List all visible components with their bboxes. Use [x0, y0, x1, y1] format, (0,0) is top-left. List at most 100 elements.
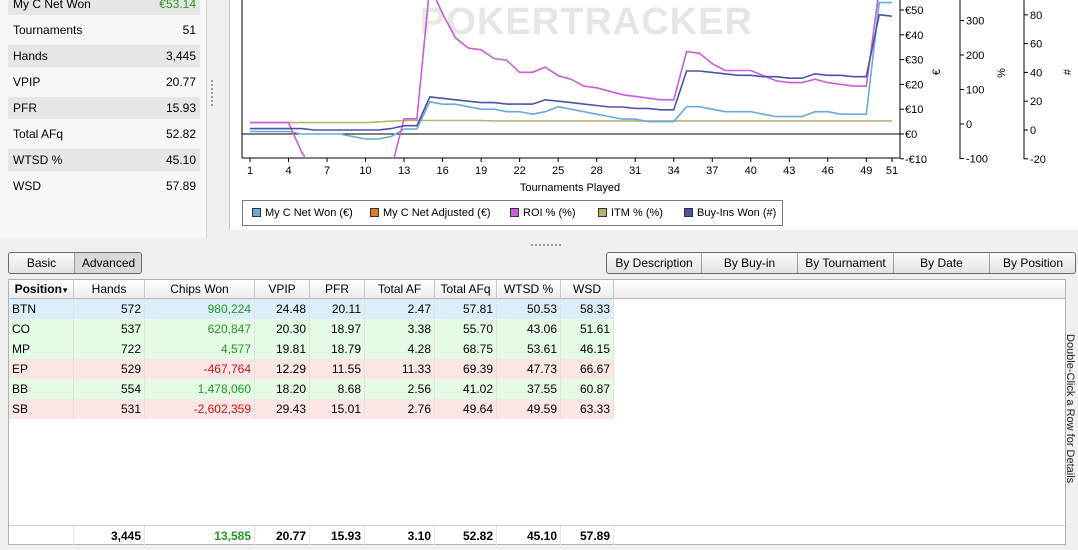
column-header-vpip[interactable]: VPIP	[255, 280, 310, 299]
x-tick-label: 13	[398, 165, 410, 177]
tab-by-description[interactable]: By Description	[607, 253, 702, 273]
legend-item[interactable]: My C Net Won (€)	[252, 206, 353, 220]
stat-label: WSD	[13, 179, 41, 193]
table-cell: 11.33	[365, 359, 435, 379]
table-cell: 47.73	[497, 359, 561, 379]
table-cell: 2.47	[365, 299, 435, 319]
legend-item[interactable]: ITM % (%)	[598, 206, 663, 220]
tab-by-date[interactable]: By Date	[894, 253, 990, 273]
stat-label: Total AFq	[13, 127, 64, 141]
total-cell: 20.77	[255, 526, 310, 546]
stat-row: Total AFq 52.82	[8, 123, 200, 145]
column-header-label: Chips Won	[170, 282, 229, 296]
legend-label: My C Net Won (€)	[265, 207, 353, 219]
table-cell: MP	[9, 339, 74, 359]
stat-row: VPIP 20.77	[8, 71, 200, 93]
x-tick-label: 1	[247, 165, 253, 177]
legend-label: ITM % (%)	[611, 207, 663, 219]
count-tick-label: 20	[1030, 96, 1042, 108]
table-cell: 18.97	[310, 319, 365, 339]
euro-tick-label: €10	[905, 104, 923, 116]
pct-axis-label: %	[996, 68, 1008, 78]
table-row[interactable]: CO 537 620,847 20.30 18.97 3.38 55.70 43.06 51.6…	[9, 319, 614, 339]
pct-tick-label: 0	[966, 119, 972, 131]
stat-row: My C Net Won €53.14	[8, 0, 200, 15]
pct-tick-label: -100	[966, 154, 988, 166]
column-header-label: PFR	[325, 282, 349, 296]
pct-tick-label: 300	[966, 16, 984, 28]
pct-tick-label: 100	[966, 85, 984, 97]
table-cell: 18.20	[255, 379, 310, 399]
table-row[interactable]: SB 531 -2,602,359 29.43 15.01 2.76 49.64 49.59 6…	[9, 399, 614, 419]
x-tick-label: 19	[475, 165, 487, 177]
table-cell: 554	[74, 379, 145, 399]
table-cell: 20.11	[310, 299, 365, 319]
count-tick-label: 60	[1030, 39, 1042, 51]
x-tick-label: 49	[860, 165, 872, 177]
column-header-total-afq[interactable]: Total AFq	[435, 280, 497, 299]
legend-label: My C Net Adjusted (€)	[383, 207, 491, 219]
vertical-splitter-grip[interactable]	[211, 80, 214, 106]
stat-label: Tournaments	[13, 23, 83, 37]
table-cell: 531	[74, 399, 145, 419]
legend-item[interactable]: My C Net Adjusted (€)	[370, 206, 491, 220]
column-header-hands[interactable]: Hands	[74, 280, 145, 299]
table-row[interactable]: EP 529 -467,764 12.29 11.55 11.33 69.39 47.73 66…	[9, 359, 614, 379]
stat-row: PFR 15.93	[8, 97, 200, 119]
table-row[interactable]: MP 722 4,577 19.81 18.79 4.28 68.75 53.61 46.15	[9, 339, 614, 359]
column-header-chips-won[interactable]: Chips Won	[145, 280, 255, 299]
stat-label: My C Net Won	[13, 0, 91, 11]
legend-swatch	[252, 208, 261, 217]
table-row[interactable]: BB 554 1,478,060 18.20 8.68 2.56 41.02 37.55 60.…	[9, 379, 614, 399]
stat-row: Hands 3,445	[8, 45, 200, 67]
table-cell: 60.87	[561, 379, 614, 399]
stat-value: 15.93	[165, 101, 196, 115]
table-cell: BB	[9, 379, 74, 399]
tab-by-tournament[interactable]: By Tournament	[798, 253, 894, 273]
column-header-position[interactable]: Position▾	[9, 280, 74, 299]
table-cell: 3.38	[365, 319, 435, 339]
column-header-pfr[interactable]: PFR	[310, 280, 365, 299]
double-click-hint: Double-Click a Row for Details	[1064, 334, 1076, 484]
total-cell: 15.93	[310, 526, 365, 546]
column-header-label: Total AFq	[440, 282, 491, 296]
watermark-logo: POKERTRACKER	[420, 1, 753, 43]
tab-by-position[interactable]: By Position	[990, 253, 1075, 273]
table-cell: 63.33	[561, 399, 614, 419]
legend-swatch	[684, 208, 693, 217]
column-header-wsd[interactable]: WSD	[561, 280, 614, 299]
column-header-total-af[interactable]: Total AF	[365, 280, 435, 299]
x-tick-label: 4	[285, 165, 291, 177]
x-tick-label: 28	[591, 165, 603, 177]
table-cell: -467,764	[145, 359, 255, 379]
tab-by-buy-in[interactable]: By Buy-in	[702, 253, 798, 273]
table-cell: 722	[74, 339, 145, 359]
tab-advanced[interactable]: Advanced	[75, 253, 141, 273]
table-cell: 4.28	[365, 339, 435, 359]
column-header-wtsd[interactable]: WTSD %	[497, 280, 561, 299]
table-cell: 66.67	[561, 359, 614, 379]
legend-item[interactable]: ROI % (%)	[510, 206, 576, 220]
stat-label: PFR	[13, 101, 37, 115]
column-header-label: WTSD %	[503, 282, 554, 296]
stats-panel: My C Net Won €53.14 Tournaments 51 Hands 3,44…	[0, 0, 207, 238]
table-cell: 980,224	[145, 299, 255, 319]
table-cell: 537	[74, 319, 145, 339]
table-cell: 24.48	[255, 299, 310, 319]
table-cell: BTN	[9, 299, 74, 319]
stat-value: 45.10	[165, 153, 196, 167]
table-cell: 43.06	[497, 319, 561, 339]
x-tick-label: 10	[359, 165, 371, 177]
stat-value: 57.89	[165, 179, 196, 193]
legend-label: Buy-Ins Won (#)	[697, 207, 777, 219]
table-cell: 51.61	[561, 319, 614, 339]
table-row[interactable]: BTN 572 980,224 24.48 20.11 2.47 57.81 50.53 58.…	[9, 299, 614, 319]
total-cell: 45.10	[497, 526, 561, 546]
legend-swatch	[370, 208, 379, 217]
horizontal-splitter-grip[interactable]	[531, 244, 561, 246]
tab-basic[interactable]: Basic	[9, 253, 75, 273]
legend-item[interactable]: Buy-Ins Won (#)	[684, 206, 776, 220]
stat-value: €53.14	[159, 0, 196, 11]
table-cell: 29.43	[255, 399, 310, 419]
column-header-label: Hands	[91, 282, 127, 296]
